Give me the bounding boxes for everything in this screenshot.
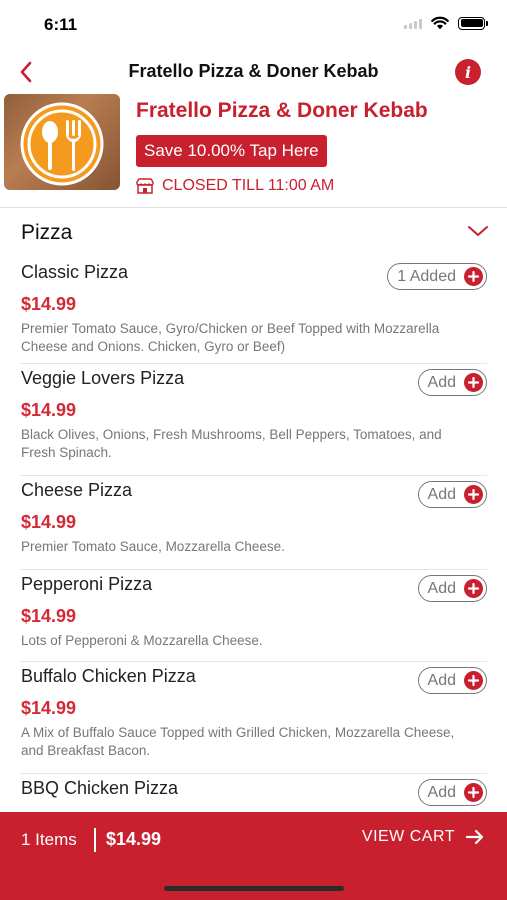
item-description: Lots of Pepperoni & Mozzarella Cheese.	[21, 633, 263, 648]
menu-item-list: Classic Pizza 1 Added $14.99 Premier Tom…	[0, 258, 507, 834]
promo-button[interactable]: Save 10.00% Tap Here	[136, 135, 327, 167]
menu-item[interactable]: Cheese Pizza Add $14.99 Premier Tomato S…	[20, 476, 487, 570]
plus-icon	[464, 783, 483, 802]
status-time: 6:11	[44, 15, 78, 34]
item-price: $14.99	[21, 512, 77, 532]
add-button[interactable]: Add	[417, 575, 487, 602]
add-button[interactable]: Add	[417, 369, 487, 396]
add-button-label: Add	[427, 783, 456, 801]
plus-icon	[464, 267, 483, 286]
category-title: Pizza	[21, 221, 73, 244]
restaurant-header: Fratello Pizza & Doner Kebab Save 10.00%…	[0, 92, 507, 208]
add-button[interactable]: Add	[417, 667, 487, 694]
status-text: CLOSED TILL 11:00 AM	[162, 177, 335, 194]
category-header-pizza[interactable]: Pizza	[0, 208, 507, 258]
home-indicator	[164, 886, 344, 891]
cart-item-count: 1 Items	[21, 830, 77, 849]
item-name: Classic Pizza	[21, 262, 129, 282]
cart-total: $14.99	[106, 829, 162, 849]
menu-item[interactable]: Buffalo Chicken Pizza Add $14.99 A Mix o…	[20, 662, 487, 774]
add-button[interactable]: Add	[417, 779, 487, 806]
nav-title: Fratello Pizza & Doner Kebab	[128, 60, 379, 81]
chevron-left-icon	[20, 61, 32, 83]
cellular-signal-icon	[404, 17, 422, 29]
item-price: $14.99	[21, 698, 77, 718]
wifi-icon	[431, 16, 449, 30]
item-description: Premier Tomato Sauce, Gyro/Chicken or Be…	[21, 321, 440, 354]
plus-icon	[464, 671, 483, 690]
add-button[interactable]: Add	[417, 481, 487, 508]
nav-bar: Fratello Pizza & Doner Kebab i	[0, 50, 507, 92]
item-name: Buffalo Chicken Pizza	[21, 666, 196, 686]
item-name: Pepperoni Pizza	[21, 574, 153, 594]
menu-item[interactable]: Classic Pizza 1 Added $14.99 Premier Tom…	[20, 258, 487, 364]
plus-icon	[464, 485, 483, 504]
view-cart-button[interactable]: VIEW CART	[362, 828, 485, 846]
arrow-right-icon	[465, 829, 484, 845]
add-button-label: Add	[427, 671, 456, 689]
cart-divider	[94, 828, 96, 852]
item-price: $14.99	[21, 606, 77, 626]
item-name: BBQ Chicken Pizza	[21, 778, 179, 798]
item-description: Premier Tomato Sauce, Mozzarella Cheese.	[21, 539, 285, 554]
chevron-down-icon	[468, 226, 488, 236]
item-price: $14.99	[21, 294, 77, 314]
cart-bar[interactable]: 1 Items $14.99 VIEW CART	[0, 812, 507, 900]
restaurant-logo	[4, 94, 120, 190]
add-button-label: 1 Added	[397, 267, 456, 285]
store-icon	[136, 178, 154, 194]
status-bar: 6:11	[0, 0, 507, 50]
restaurant-name: Fratello Pizza & Doner Kebab	[136, 99, 428, 122]
add-button-label: Add	[427, 373, 456, 391]
back-button[interactable]	[12, 58, 40, 86]
menu-item[interactable]: Pepperoni Pizza Add $14.99 Lots of Peppe…	[20, 570, 487, 662]
item-name: Veggie Lovers Pizza	[21, 368, 185, 388]
battery-icon	[458, 16, 488, 30]
item-description: Black Olives, Onions, Fresh Mushrooms, B…	[21, 427, 442, 460]
info-button[interactable]: i	[455, 59, 481, 85]
fork-spoon-icon	[4, 94, 120, 190]
item-name: Cheese Pizza	[21, 480, 133, 500]
view-cart-label: VIEW CART	[361, 828, 455, 845]
item-description: A Mix of Buffalo Sauce Topped with Grill…	[21, 725, 455, 758]
plus-icon	[464, 579, 483, 598]
plus-icon	[464, 373, 483, 392]
menu-item[interactable]: Veggie Lovers Pizza Add $14.99 Black Oli…	[20, 364, 487, 476]
item-price: $14.99	[21, 400, 77, 420]
add-button-label: Add	[427, 485, 456, 503]
added-button[interactable]: 1 Added	[387, 263, 487, 290]
add-button-label: Add	[427, 579, 456, 597]
open-status: CLOSED TILL 11:00 AM	[136, 177, 334, 195]
status-icons	[404, 16, 488, 30]
info-icon: i	[464, 62, 472, 82]
